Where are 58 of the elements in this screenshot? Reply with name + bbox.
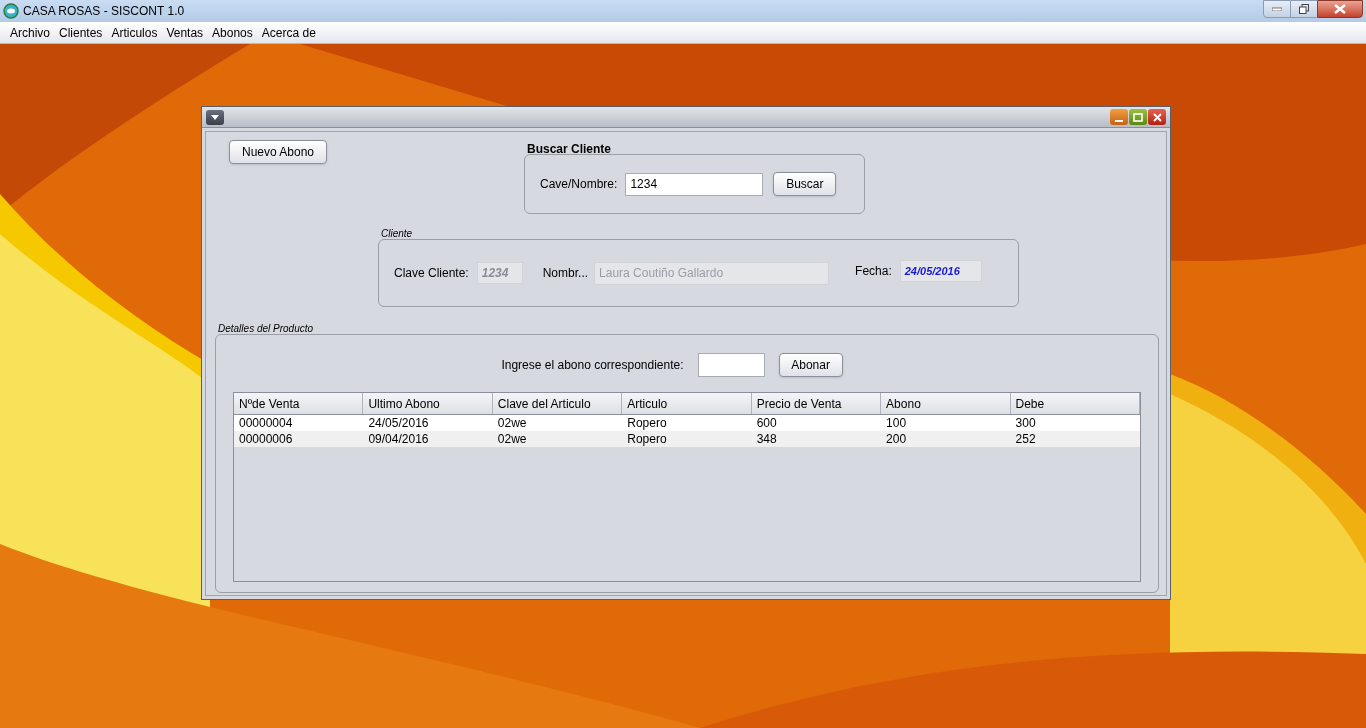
restore-button[interactable] xyxy=(1291,0,1317,18)
search-button[interactable]: Buscar xyxy=(773,172,837,196)
menu-item[interactable]: Archivo xyxy=(10,23,50,42)
menu-item[interactable]: Articulos xyxy=(111,23,158,42)
table-cell-text: 300 xyxy=(1014,415,1037,431)
maximize-icon xyxy=(1133,112,1143,122)
table-cell-text: Ropero xyxy=(626,431,668,447)
column-header[interactable]: Precio de Venta xyxy=(751,393,882,414)
table-cell-text: 348 xyxy=(755,431,778,447)
field-label: Fecha: xyxy=(855,263,892,280)
pay-button[interactable]: Abonar xyxy=(778,353,843,377)
column-header[interactable]: Articulo xyxy=(622,393,752,414)
menu-item[interactable]: Ventas xyxy=(166,23,204,42)
group-title: Buscar Cliente xyxy=(527,141,612,158)
column-header[interactable]: Ultimo Abono xyxy=(363,393,493,414)
table-cell-text: 100 xyxy=(885,415,908,431)
menu-item[interactable]: Clientes xyxy=(59,23,103,42)
group-title: Detalles del Producto xyxy=(218,322,314,336)
search-field[interactable]: 1234 xyxy=(625,172,764,196)
date-field: 24/05/2016 xyxy=(899,260,982,282)
table-cell-text: 02we xyxy=(496,415,528,431)
system-menu-button[interactable] xyxy=(206,109,224,125)
window-title: CASA ROSAS - SISCONT 1.0 xyxy=(23,3,185,20)
column-header[interactable]: Abono xyxy=(881,393,1011,414)
field-label: Cave/Nombre: xyxy=(540,176,618,193)
minimize-icon xyxy=(1115,120,1123,122)
table-cell-text: 02we xyxy=(496,431,528,447)
close-button[interactable] xyxy=(1148,109,1166,125)
table-cell-text: 00000006 xyxy=(238,431,294,447)
app-icon xyxy=(3,3,19,19)
close-icon xyxy=(1334,4,1346,14)
restore-icon xyxy=(1299,4,1309,14)
caret-icon xyxy=(211,114,219,120)
table-cell-text: 200 xyxy=(885,431,908,447)
minimize-icon xyxy=(1272,7,1282,11)
field-label: Nombr... xyxy=(542,265,589,282)
column-header[interactable]: Debe xyxy=(1010,393,1140,414)
table-cell-text: 09/04/2016 xyxy=(367,431,430,447)
table-cell-text: 600 xyxy=(755,415,778,431)
field-label: Clave Cliente: xyxy=(394,265,469,282)
field-label: Ingrese el abono correspondiente: xyxy=(501,357,684,374)
menu-item[interactable]: Acerca de xyxy=(261,23,316,42)
table-cell-text: 24/05/2016 xyxy=(367,415,430,431)
client-name-field: Laura Coutiño Gallardo xyxy=(594,261,830,285)
close-icon xyxy=(1152,112,1162,122)
table-cell-text: 252 xyxy=(1014,431,1037,447)
client-key-field: 1234 xyxy=(476,262,523,284)
new-payment-button[interactable]: Nuevo Abono xyxy=(229,140,327,164)
maximize-button[interactable] xyxy=(1129,109,1147,125)
table-cell-text: Ropero xyxy=(626,415,668,431)
menu-item[interactable]: Abonos xyxy=(212,23,253,42)
column-header[interactable]: Nºde Venta xyxy=(234,393,364,414)
group-title: Cliente xyxy=(381,227,413,241)
payment-field[interactable] xyxy=(697,353,765,377)
close-button[interactable] xyxy=(1317,0,1363,18)
column-header[interactable]: Clave del Articulo xyxy=(492,393,623,414)
minimize-button[interactable] xyxy=(1110,109,1128,125)
table-cell-text: 00000004 xyxy=(238,415,294,431)
